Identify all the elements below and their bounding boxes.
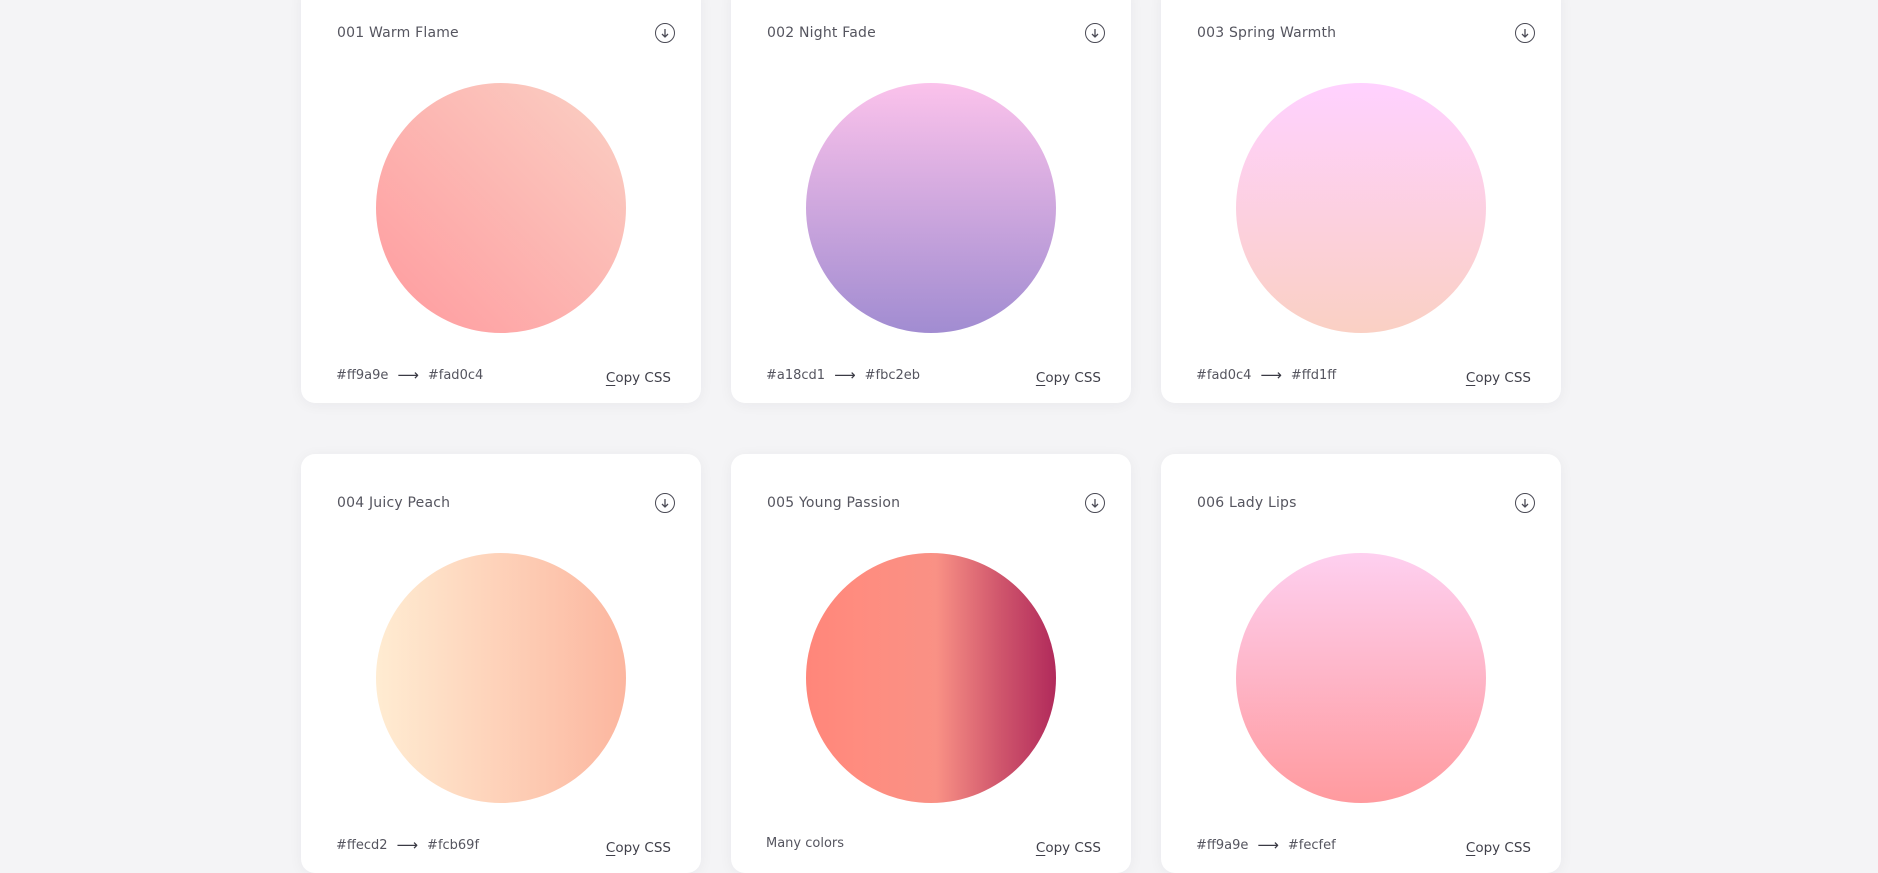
gradient-colors: #a18cd1 ⟶ #fbc2eb — [766, 366, 920, 384]
download-icon[interactable] — [655, 23, 675, 43]
color-from: #ff9a9e — [1196, 837, 1249, 853]
gradient-title: 003 Spring Warmth — [1197, 25, 1337, 41]
gradient-colors: #fad0c4 ⟶ #ffd1ff — [1196, 366, 1336, 384]
arrow-right-icon: ⟶ — [1257, 836, 1279, 854]
color-from: #a18cd1 — [766, 367, 826, 383]
copy-css-label-initial: C — [605, 840, 616, 856]
copy-css-button[interactable]: Copy CSS — [1036, 370, 1101, 386]
arrow-right-icon: ⟶ — [397, 366, 419, 384]
copy-css-label-rest: opy CSS — [1475, 840, 1531, 856]
color-to: #fbc2eb — [864, 367, 920, 383]
copy-css-button[interactable]: Copy CSS — [606, 370, 671, 386]
gradient-card: 002 Night Fade #a18cd1 ⟶ #fbc2eb Copy CS… — [731, 0, 1131, 403]
color-to: #ffd1ff — [1290, 367, 1337, 383]
gradient-title: 001 Warm Flame — [337, 25, 459, 41]
gradient-title: 006 Lady Lips — [1197, 495, 1297, 511]
gradient-card: 005 Young Passion Many colors Copy CSS — [731, 454, 1131, 873]
download-icon[interactable] — [1085, 493, 1105, 513]
copy-css-button[interactable]: Copy CSS — [1466, 840, 1531, 856]
copy-css-label-rest: opy CSS — [1475, 370, 1531, 386]
arrow-right-icon: ⟶ — [1260, 366, 1282, 384]
copy-css-label-rest: opy CSS — [1045, 840, 1101, 856]
color-to: #fcb69f — [427, 837, 480, 853]
copy-css-label-rest: opy CSS — [615, 840, 671, 856]
download-icon[interactable] — [1085, 23, 1105, 43]
copy-css-label-rest: opy CSS — [615, 370, 671, 386]
copy-css-label-initial: C — [1035, 370, 1046, 386]
colors-label: Many colors — [766, 836, 845, 851]
gradient-swatch — [806, 83, 1056, 333]
gradient-grid: 001 Warm Flame #ff9a9e ⟶ #fad0c4 Copy CS… — [301, 0, 1561, 873]
copy-css-button[interactable]: Copy CSS — [1036, 840, 1101, 856]
gradient-card: 001 Warm Flame #ff9a9e ⟶ #fad0c4 Copy CS… — [301, 0, 701, 403]
color-to: #fecfef — [1287, 837, 1336, 853]
gradient-colors: Many colors — [766, 836, 844, 851]
color-from: #ffecd2 — [336, 837, 388, 853]
gradient-title: 005 Young Passion — [767, 495, 901, 511]
copy-css-label-initial: C — [605, 370, 616, 386]
arrow-right-icon: ⟶ — [834, 366, 856, 384]
copy-css-label-rest: opy CSS — [1045, 370, 1101, 386]
copy-css-button[interactable]: Copy CSS — [1466, 370, 1531, 386]
copy-css-label-initial: C — [1465, 840, 1476, 856]
gradient-swatch — [806, 553, 1056, 803]
gradient-card: 006 Lady Lips #ff9a9e ⟶ #fecfef Copy CSS — [1161, 454, 1561, 873]
color-from: #ff9a9e — [336, 367, 389, 383]
gradient-card: 004 Juicy Peach #ffecd2 ⟶ #fcb69f Copy C… — [301, 454, 701, 873]
gradient-card: 003 Spring Warmth #fad0c4 ⟶ #ffd1ff Copy… — [1161, 0, 1561, 403]
copy-css-label-initial: C — [1035, 840, 1046, 856]
gradient-swatch — [376, 553, 626, 803]
download-icon[interactable] — [1515, 493, 1535, 513]
gradient-swatch — [1236, 83, 1486, 333]
copy-css-button[interactable]: Copy CSS — [606, 840, 671, 856]
download-icon[interactable] — [655, 493, 675, 513]
arrow-right-icon: ⟶ — [396, 836, 419, 854]
gradient-colors: #ff9a9e ⟶ #fecfef — [1196, 836, 1336, 854]
gradient-colors: #ff9a9e ⟶ #fad0c4 — [336, 366, 483, 384]
gradient-swatch — [376, 83, 626, 333]
download-icon[interactable] — [1515, 23, 1535, 43]
gradient-colors: #ffecd2 ⟶ #fcb69f — [336, 836, 479, 854]
color-to: #fad0c4 — [427, 367, 484, 383]
gradient-title: 004 Juicy Peach — [337, 495, 451, 511]
gradient-title: 002 Night Fade — [767, 25, 876, 41]
color-from: #fad0c4 — [1196, 367, 1252, 383]
gradient-swatch — [1236, 553, 1486, 803]
copy-css-label-initial: C — [1465, 370, 1476, 386]
